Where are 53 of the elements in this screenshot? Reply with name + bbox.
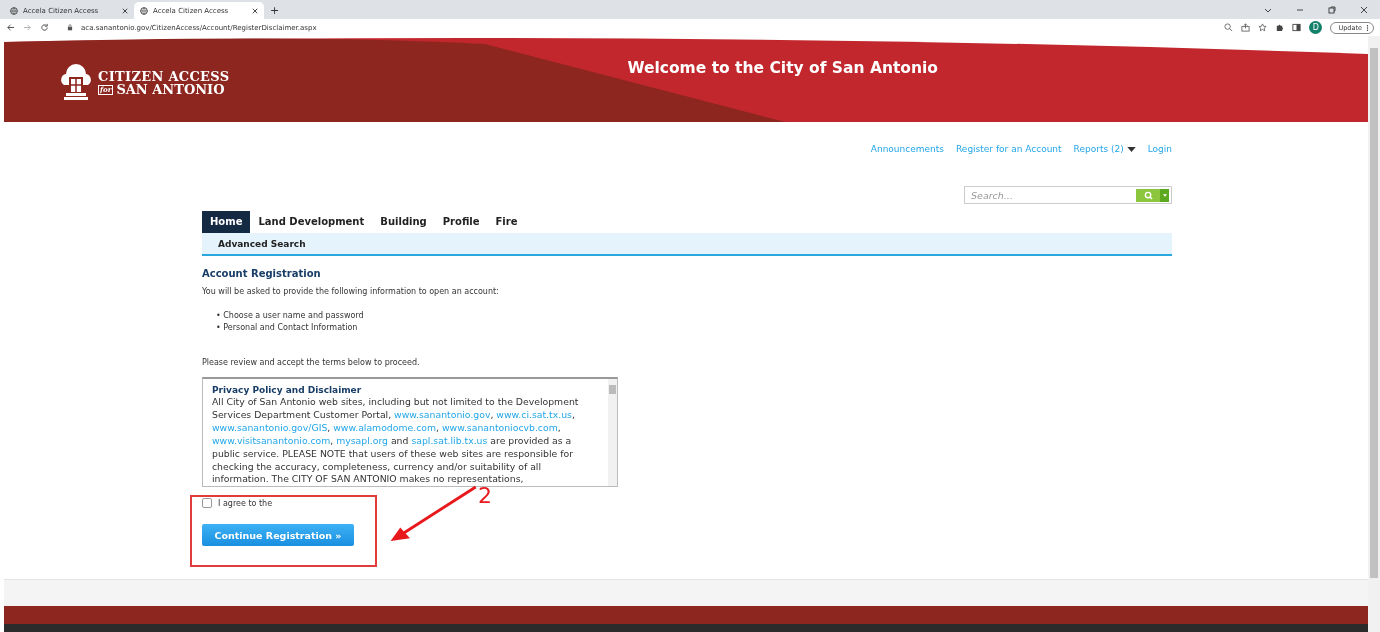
nav-tab[interactable]: Building xyxy=(372,211,435,233)
nav-tab[interactable]: Fire xyxy=(487,211,526,233)
link[interactable]: www.ci.sat.tx.us xyxy=(496,408,572,420)
more-icon[interactable] xyxy=(1366,23,1369,32)
side-panel-icon[interactable] xyxy=(1292,23,1302,32)
list-item: • Choose a user name and password xyxy=(216,311,365,320)
dropdown-button[interactable] xyxy=(1160,188,1169,202)
continue-registration-button[interactable]: Continue Registration » xyxy=(202,524,354,546)
close-icon[interactable] xyxy=(252,7,258,14)
header-link[interactable]: Announcements xyxy=(870,144,944,154)
list-item: • Personal and Contact Information xyxy=(216,323,359,332)
back-arrow-icon[interactable] xyxy=(6,23,15,32)
nav-tab[interactable]: Profile xyxy=(434,211,488,233)
close-icon[interactable] xyxy=(122,7,128,14)
header-link[interactable]: Login xyxy=(1147,144,1172,154)
section-title: Account Registration xyxy=(202,268,322,279)
globe-icon xyxy=(10,6,18,15)
link[interactable]: www.sanantoniocvb.com xyxy=(441,421,558,433)
page-scrollbar[interactable] xyxy=(1368,36,1380,632)
zoom-icon[interactable] xyxy=(1224,23,1234,32)
share-icon[interactable] xyxy=(1241,23,1251,32)
restore-icon[interactable] xyxy=(1327,5,1337,15)
page-title: Welcome to the City of San Antonio xyxy=(627,59,938,77)
new-tab-button[interactable]: + xyxy=(264,2,286,19)
profile-avatar[interactable]: D xyxy=(1309,21,1323,34)
caret-icon xyxy=(1162,193,1167,197)
instruction-text: Please review and accept the terms below to proceed. xyxy=(202,358,421,367)
header-link[interactable]: Register for an Account xyxy=(956,144,1062,154)
checkbox-label: I agree to the xyxy=(218,498,273,508)
search-input[interactable]: Search... xyxy=(969,188,1136,202)
agree-checkbox[interactable] xyxy=(202,498,212,508)
link[interactable]: mysapl.org xyxy=(336,434,388,446)
nav-tab[interactable]: Land Development xyxy=(250,211,373,233)
star-icon[interactable] xyxy=(1258,23,1268,32)
close-icon[interactable] xyxy=(1359,5,1369,15)
search-icon xyxy=(1143,190,1153,200)
search-field[interactable]: Search... xyxy=(964,186,1172,204)
nav-tab[interactable]: Home xyxy=(202,211,251,233)
disclaimer-title: Privacy Policy and Disclaimer xyxy=(212,384,363,396)
annotation-number: 2 xyxy=(478,485,492,507)
globe-icon xyxy=(140,6,148,15)
intro-text: You will be asked to provide the following information to open an account: xyxy=(202,287,500,296)
scrollbar[interactable] xyxy=(608,379,617,486)
sub-nav-link[interactable]: Advanced Search xyxy=(218,238,306,249)
lock-icon[interactable] xyxy=(67,24,73,31)
reports-menu[interactable]: Reports (2) xyxy=(1073,144,1136,154)
link[interactable]: sapl.sat.lib.tx.us xyxy=(411,434,488,446)
disclaimer-paragraph: All City of San Antonio web sites, including but not limited to the Development Services Department Customer Portal, www.sanantonio.gov, www.ci.sat.tx.us, www.sanantonio.gov/GIS, www.alamodome.com, www.sanantoniocvb.com, www.visitsanantonio.com, mysapl.org and sapl.sat.lib.tx.us are provided as a public service. PLEASE NOTE that users of these web sites are responsible for checking the accuracy, completeness, currency and/or suitability of all information. The CITY OF SAN ANTONIO makes no representations, xyxy=(212,396,580,486)
logo-text: SAN ANTONIO xyxy=(116,83,225,96)
logo-text: CITIZEN ACCESS xyxy=(98,70,230,83)
caret-icon xyxy=(1126,146,1136,152)
puzzle-icon[interactable] xyxy=(1275,23,1285,32)
reload-icon[interactable] xyxy=(40,23,49,32)
